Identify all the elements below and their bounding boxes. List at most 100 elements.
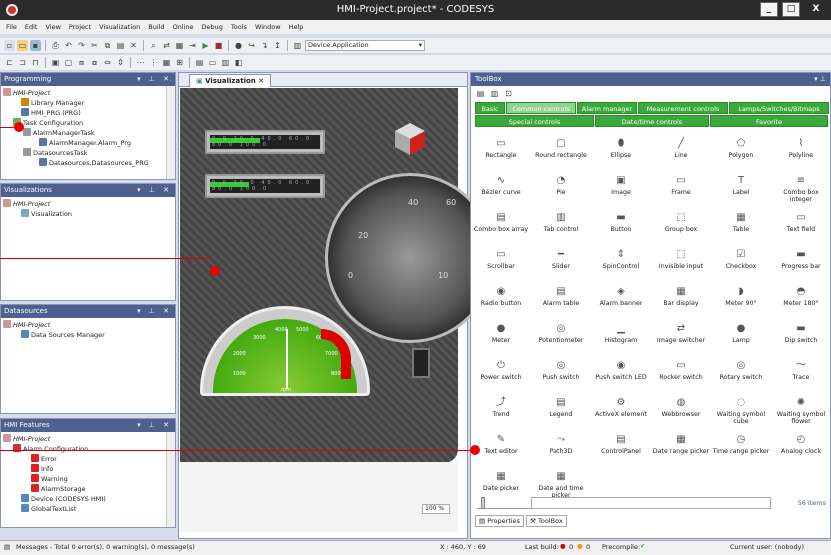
toolbox-item-date-range-picker[interactable]: ▦ Date range picker xyxy=(651,429,711,466)
tree-item-device[interactable]: Device (CODESYS HMI) xyxy=(3,494,173,504)
tree-item-alarm-storage[interactable]: AlarmStorage xyxy=(3,484,173,494)
paste-icon[interactable]: ▤ xyxy=(115,40,126,51)
tree-item-datasources-prg[interactable]: Datasources.Datasources_PRG xyxy=(3,158,173,168)
programming-scrollbar[interactable] xyxy=(166,86,175,179)
toolbox-item-combo-box-integer[interactable]: ≡ Combo box integer xyxy=(771,170,831,207)
toolbox-item-rectangle[interactable]: ▭ Rectangle xyxy=(471,133,531,170)
tab-toolbox[interactable]: ⚒ ToolBox xyxy=(526,515,567,527)
category-favorite[interactable]: Favorite xyxy=(710,115,828,127)
distribute-v-icon[interactable]: ⋮ xyxy=(148,57,159,68)
menu-tools[interactable]: Tools xyxy=(231,23,247,31)
tree-item-alarm-prg[interactable]: AlarmManager.Alarm_Prg xyxy=(3,138,173,148)
tree-item-warning[interactable]: Warning xyxy=(3,474,173,484)
find-icon[interactable]: ⌕ xyxy=(148,40,159,51)
breakpoint-icon[interactable]: ● xyxy=(233,40,244,51)
menu-visualization[interactable]: Visualization xyxy=(99,23,140,31)
category-alarm-manager[interactable]: Alarm manager xyxy=(577,102,637,114)
delete-icon[interactable]: ✕ xyxy=(128,40,139,51)
table-icon[interactable]: ▥ xyxy=(220,57,231,68)
toolbox-item-activex-element[interactable]: ⚙ ActiveX element xyxy=(591,392,651,429)
category-special-controls[interactable]: Special controls xyxy=(475,115,594,127)
toolbox-item-controlpanel[interactable]: ▤ ControlPanel xyxy=(591,429,651,466)
replace-icon[interactable]: ⇄ xyxy=(161,40,172,51)
toolbox-item-text-field[interactable]: ▭ Text field xyxy=(771,207,831,244)
category-common-controls[interactable]: Common controls xyxy=(506,102,576,114)
toolbox-item-date-picker[interactable]: ▦ Date picker xyxy=(471,466,531,503)
bring-front-icon[interactable]: ⧈ xyxy=(76,57,87,68)
toolbox-item-path3d[interactable]: ⤳ Path3D xyxy=(531,429,591,466)
tree-item-project[interactable]: HMI-Project xyxy=(3,320,173,330)
menu-view[interactable]: View xyxy=(45,23,60,31)
toolbox-item-meter-90-[interactable]: ◗ Meter 90° xyxy=(711,281,771,318)
menu-window[interactable]: Window xyxy=(255,23,281,31)
toolbox-item-group-box[interactable]: ⬚ Group box xyxy=(651,207,711,244)
tree-item-project[interactable]: HMI-Project xyxy=(3,199,173,209)
align-left-icon[interactable]: ⊏ xyxy=(4,57,15,68)
toolbox-view-icon[interactable]: ▤ xyxy=(475,88,486,99)
toolbox-item-scrollbar[interactable]: ▭ Scrollbar xyxy=(471,244,531,281)
category-basic[interactable]: Basic xyxy=(475,102,505,114)
cut-icon[interactable]: ✂ xyxy=(89,40,100,51)
new-icon[interactable]: ▫ xyxy=(4,40,15,51)
tree-item-alarm-manager-task[interactable]: AlarmManagerTask xyxy=(3,128,173,138)
toolbox-item-button[interactable]: ▬ Button xyxy=(591,207,651,244)
frame-icon[interactable]: ▭ xyxy=(207,57,218,68)
toolbox-item-frame[interactable]: ▭ Frame xyxy=(651,170,711,207)
toolbox-item-text-editor[interactable]: ✎ Text editor xyxy=(471,429,531,466)
toolbox-item-meter[interactable]: ● Meter xyxy=(471,318,531,355)
maximize-button[interactable]: □ xyxy=(782,2,800,17)
toolbox-item-line[interactable]: ╱ Line xyxy=(651,133,711,170)
align-top-icon[interactable]: ⊓ xyxy=(30,57,41,68)
run-icon[interactable]: ▶ xyxy=(200,40,211,51)
toolbox-item-combo-box-array[interactable]: ▤ Combo box array xyxy=(471,207,531,244)
tree-item-library-manager[interactable]: Library Manager xyxy=(3,98,173,108)
toolbox-item-dip-switch[interactable]: ▬ Dip switch xyxy=(771,318,831,355)
stop-icon[interactable]: ■ xyxy=(213,40,224,51)
slider-handle-icon[interactable] xyxy=(481,497,485,509)
toolbox-item-lamp[interactable]: ● Lamp xyxy=(711,318,771,355)
visualization-canvas[interactable]: 0.0 20.0 40.0 60.0 80.0 100.0 0.0 20.0 4… xyxy=(180,88,495,463)
toolbox-item-ellipse[interactable]: ⬮ Ellipse xyxy=(591,133,651,170)
open-icon[interactable]: ▭ xyxy=(17,40,28,51)
close-tab-icon[interactable]: ✕ xyxy=(258,77,264,85)
toolbox-item-trace[interactable]: 〜 Trace xyxy=(771,355,831,392)
toolbox-item-radio-button[interactable]: ◉ Radio button xyxy=(471,281,531,318)
panel-controls[interactable]: ▾ ⊥ ✕ xyxy=(137,305,172,318)
toolbox-item-b-zier-curve[interactable]: ∿ Bézier curve xyxy=(471,170,531,207)
toolbox-item-time-range-picker[interactable]: ◷ Time range picker xyxy=(711,429,771,466)
menu-project[interactable]: Project xyxy=(69,23,91,31)
toolbox-search[interactable] xyxy=(531,497,771,509)
menu-file[interactable]: File xyxy=(6,23,17,31)
rocker-switch[interactable] xyxy=(412,348,430,378)
build-icon[interactable]: ▦ xyxy=(174,40,185,51)
menu-debug[interactable]: Debug xyxy=(202,23,223,31)
tree-item-info[interactable]: Info xyxy=(3,464,173,474)
toolbox-item-rocker-switch[interactable]: ▭ Rocker switch xyxy=(651,355,711,392)
menu-online[interactable]: Online xyxy=(173,23,194,31)
step-over-icon[interactable]: ↪ xyxy=(246,40,257,51)
toolbox-item-table[interactable]: ▦ Table xyxy=(711,207,771,244)
toolbox-item-round-rectangle[interactable]: ▢ Round rectangle xyxy=(531,133,591,170)
toolbox-item-spincontrol[interactable]: ⇕ SpinControl xyxy=(591,244,651,281)
toolbox-item-push-switch[interactable]: ◎ Push switch xyxy=(531,355,591,392)
panel-controls[interactable]: ▾ ⊥ ✕ xyxy=(137,419,172,432)
step-out-icon[interactable]: ↥ xyxy=(272,40,283,51)
toolbox-item-rotary-switch[interactable]: ◎ Rotary switch xyxy=(711,355,771,392)
panel-controls[interactable]: ▾ ⊥ xyxy=(814,73,826,86)
toolbox-item-trend[interactable]: ⤴ Trend xyxy=(471,392,531,429)
toolbox-item-polygon[interactable]: ⬠ Polygon xyxy=(711,133,771,170)
tree-item-task-configuration[interactable]: Task Configuration xyxy=(3,118,173,128)
hmi-features-scrollbar[interactable] xyxy=(166,432,175,527)
tree-item-alarm-configuration[interactable]: Alarm Configuration xyxy=(3,444,173,454)
print-icon[interactable]: ⎙ xyxy=(50,40,61,51)
tree-item-project[interactable]: HMI-Project xyxy=(3,88,173,98)
toolbox-item-polyline[interactable]: ⌇ Polyline xyxy=(771,133,831,170)
toolbox-item-label[interactable]: T Label xyxy=(711,170,771,207)
close-button[interactable]: X xyxy=(805,2,827,17)
minimize-button[interactable]: _ xyxy=(760,2,778,17)
tree-item-error[interactable]: Error xyxy=(3,454,173,464)
category-lamps-switches-bitmaps[interactable]: Lamps/Switches/Bitmaps xyxy=(729,102,829,114)
tree-item-project[interactable]: HMI-Project xyxy=(3,434,173,444)
category-date-time-controls[interactable]: Date/time controls xyxy=(595,115,709,127)
toolbox-item-waiting-symbol-flower[interactable]: ✺ Waiting symbol flower xyxy=(771,392,831,429)
